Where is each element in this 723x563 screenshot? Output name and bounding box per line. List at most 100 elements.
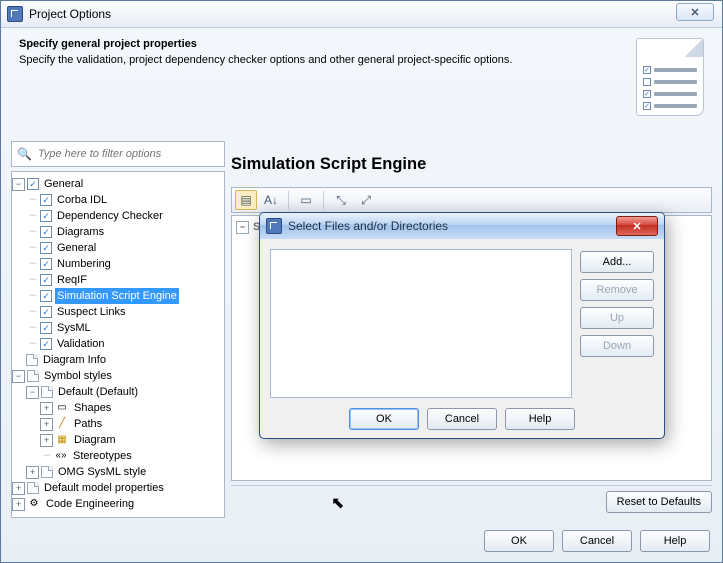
modal-footer: OK Cancel Help [260, 408, 664, 430]
checkbox-icon[interactable]: ✓ [40, 194, 52, 206]
tree-node-general[interactable]: −✓General [12, 176, 224, 192]
toolbar-categorized-button[interactable]: ▤ [235, 190, 257, 210]
tree-node-validation[interactable]: ┈✓Validation [12, 336, 224, 352]
window-close-button[interactable]: ✕ [676, 3, 714, 21]
tree-node-default-style[interactable]: −Default (Default) [12, 384, 224, 400]
app-icon [266, 218, 282, 234]
toolbar-alpha-button[interactable]: A↓ [260, 190, 282, 210]
tree-node-defmodel[interactable]: +Default model properties [12, 480, 224, 496]
expand-icon[interactable]: + [12, 498, 25, 511]
left-panel: 🔍 −✓General ┈✓Corba IDL ┈✓Dependency Che… [11, 141, 225, 518]
checkbox-icon[interactable]: ✓ [40, 290, 52, 302]
up-button[interactable]: Up [580, 307, 654, 329]
modal-close-button[interactable]: ✕ [616, 216, 658, 236]
page-icon [27, 482, 39, 494]
paths-icon: ╱ [55, 418, 69, 430]
tree-node-simscript[interactable]: ┈✓Simulation Script Engine [12, 288, 224, 304]
modal-titlebar: Select Files and/or Directories ✕ [260, 213, 664, 239]
diagram-icon: ▦ [55, 434, 69, 446]
stereotypes-icon: «» [54, 450, 68, 462]
header-title: Specify general project properties [19, 38, 636, 50]
toolbar-row-button[interactable]: ▭ [295, 190, 317, 210]
search-icon: 🔍 [17, 147, 32, 161]
toolbar-divider [288, 191, 289, 209]
options-tree[interactable]: −✓General ┈✓Corba IDL ┈✓Dependency Check… [11, 171, 225, 518]
header: Specify general project properties Speci… [1, 28, 722, 124]
expand-icon[interactable]: + [40, 434, 53, 447]
page-icon [41, 386, 53, 398]
tree-node-diagram[interactable]: +▦Diagram [12, 432, 224, 448]
checkbox-icon[interactable]: ✓ [40, 274, 52, 286]
select-files-dialog: Select Files and/or Directories ✕ Add...… [259, 212, 665, 439]
collapse-icon[interactable]: − [12, 370, 25, 383]
checkbox-icon[interactable]: ✓ [40, 322, 52, 334]
header-thumbnail: ✓ ✓ ✓ [636, 38, 704, 116]
expand-icon[interactable]: + [40, 418, 53, 431]
checkbox-icon[interactable]: ✓ [40, 210, 52, 222]
collapse-icon[interactable]: − [26, 386, 39, 399]
tree-node-suspect[interactable]: ┈✓Suspect Links [12, 304, 224, 320]
page-icon [41, 466, 53, 478]
thumb-check-icon: ✓ [643, 90, 651, 98]
window-title: Project Options [29, 7, 111, 21]
reset-to-defaults-button[interactable]: Reset to Defaults [606, 491, 712, 513]
modal-title: Select Files and/or Directories [288, 219, 448, 233]
expand-icon[interactable]: + [40, 402, 53, 415]
page-icon [26, 354, 38, 366]
modal-cancel-button[interactable]: Cancel [427, 408, 497, 430]
header-desc: Specify the validation, project dependen… [19, 54, 636, 66]
reset-row: Reset to Defaults [231, 485, 712, 518]
help-button[interactable]: Help [640, 530, 710, 552]
tree-node-reqif[interactable]: ┈✓ReqIF [12, 272, 224, 288]
checkbox-icon[interactable]: ✓ [27, 178, 39, 190]
toolbar-expand-button[interactable]: ⤡ [330, 190, 352, 210]
add-button[interactable]: Add... [580, 251, 654, 273]
checkbox-icon[interactable]: ✓ [40, 338, 52, 350]
tree-node-general2[interactable]: ┈✓General [12, 240, 224, 256]
tree-node-omg[interactable]: +OMG SysML style [12, 464, 224, 480]
project-options-window: Project Options ✕ Specify general projec… [0, 0, 723, 563]
gear-icon: ⚙ [27, 498, 41, 510]
checkbox-icon[interactable]: ✓ [40, 226, 52, 238]
close-icon: ✕ [690, 6, 699, 19]
remove-button[interactable]: Remove [580, 279, 654, 301]
tree-node-paths[interactable]: +╱Paths [12, 416, 224, 432]
tree-node-shapes[interactable]: +▭Shapes [12, 400, 224, 416]
toolbar-collapse-button[interactable]: ⤢ [355, 190, 377, 210]
header-text: Specify general project properties Speci… [19, 38, 636, 116]
collapse-icon[interactable]: − [236, 221, 249, 234]
filter-box[interactable]: 🔍 [11, 141, 225, 167]
files-listbox[interactable] [270, 249, 572, 398]
properties-toolbar: ▤ A↓ ▭ ⤡ ⤢ [231, 187, 712, 213]
dialog-button-row: OK Cancel Help [484, 530, 710, 552]
tree-node-diagram-info[interactable]: Diagram Info [12, 352, 224, 368]
tree-node-numbering[interactable]: ┈✓Numbering [12, 256, 224, 272]
modal-ok-button[interactable]: OK [349, 408, 419, 430]
modal-body: Add... Remove Up Down [270, 249, 654, 398]
tree-node-stereotypes[interactable]: ┈«»Stereotypes [12, 448, 224, 464]
ok-button[interactable]: OK [484, 530, 554, 552]
tree-node-depchk[interactable]: ┈✓Dependency Checker [12, 208, 224, 224]
tree-node-codeeng[interactable]: +⚙Code Engineering [12, 496, 224, 512]
expand-icon[interactable]: + [26, 466, 39, 479]
tree-node-diagrams[interactable]: ┈✓Diagrams [12, 224, 224, 240]
checkbox-icon[interactable]: ✓ [40, 258, 52, 270]
thumb-check-icon [643, 78, 651, 86]
close-icon: ✕ [632, 220, 641, 233]
thumb-check-icon: ✓ [643, 102, 651, 110]
tree-node-symbol-styles[interactable]: −Symbol styles [12, 368, 224, 384]
thumb-check-icon: ✓ [643, 66, 651, 74]
down-button[interactable]: Down [580, 335, 654, 357]
checkbox-icon[interactable]: ✓ [40, 306, 52, 318]
checkbox-icon[interactable]: ✓ [40, 242, 52, 254]
tree-node-sysml[interactable]: ┈✓SysML [12, 320, 224, 336]
tree-node-corba[interactable]: ┈✓Corba IDL [12, 192, 224, 208]
toolbar-divider [323, 191, 324, 209]
collapse-icon[interactable]: − [12, 178, 25, 191]
filter-input[interactable] [36, 147, 219, 161]
expand-icon[interactable]: + [12, 482, 25, 495]
cancel-button[interactable]: Cancel [562, 530, 632, 552]
modal-help-button[interactable]: Help [505, 408, 575, 430]
modal-side-buttons: Add... Remove Up Down [580, 249, 654, 398]
shapes-icon: ▭ [55, 402, 69, 414]
